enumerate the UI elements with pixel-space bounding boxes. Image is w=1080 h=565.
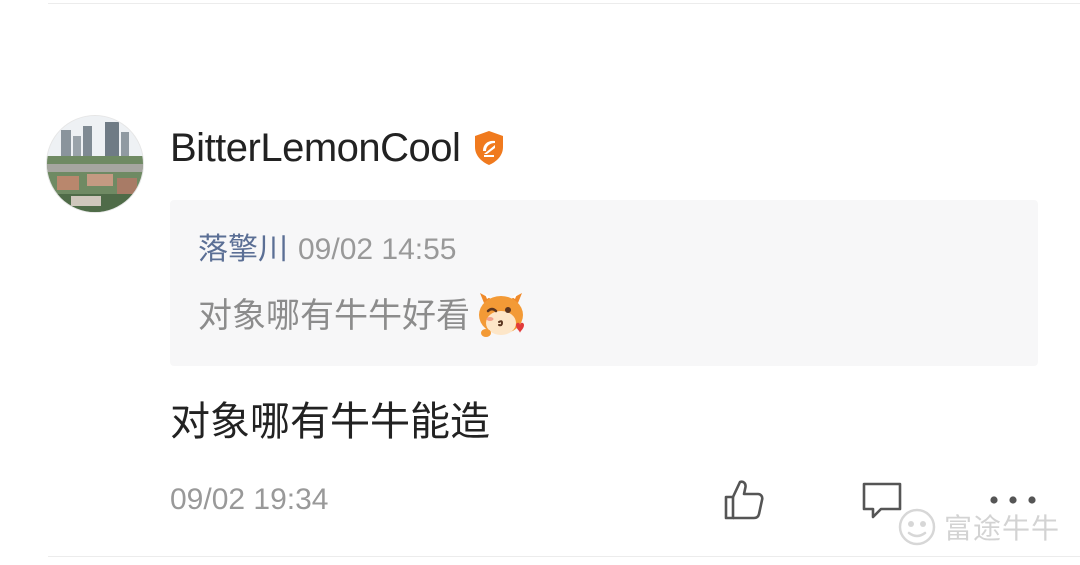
top-divider xyxy=(48,3,1080,4)
avatar[interactable] xyxy=(47,116,143,212)
quoted-text-row: 对象哪有牛牛好看 xyxy=(198,292,528,340)
bottom-divider xyxy=(48,556,1080,557)
username[interactable]: BitterLemonCool xyxy=(170,124,461,172)
comment-time: 09/02 19:34 xyxy=(170,483,329,516)
verified-shield-icon xyxy=(472,129,506,167)
quoted-time: 09/02 14:55 xyxy=(298,233,457,266)
quoted-author[interactable]: 落擎川 xyxy=(198,233,288,266)
watermark-text: 富途牛牛 xyxy=(944,512,1061,545)
like-button[interactable] xyxy=(720,476,768,524)
watermark: 富途牛牛 xyxy=(898,507,1060,547)
quoted-comment-meta: 落擎川 09/02 14:55 xyxy=(198,230,456,270)
quoted-text: 对象哪有牛牛好看 xyxy=(198,297,470,335)
cow-wink-emoji-icon xyxy=(474,289,528,343)
comment-card: BitterLemonCool 落擎川 09/02 14:55 对象哪有牛牛好看 xyxy=(0,0,1080,565)
username-row: BitterLemonCool xyxy=(170,124,506,172)
more-dots-icon xyxy=(990,496,1036,504)
thumbs-up-icon xyxy=(724,480,764,520)
futu-logo-icon xyxy=(898,508,936,546)
quoted-comment[interactable]: 落擎川 09/02 14:55 对象哪有牛牛好看 xyxy=(170,200,1038,366)
avatar-cityscape-image xyxy=(47,116,143,212)
comment-text: 对象哪有牛牛能造 xyxy=(170,400,490,444)
